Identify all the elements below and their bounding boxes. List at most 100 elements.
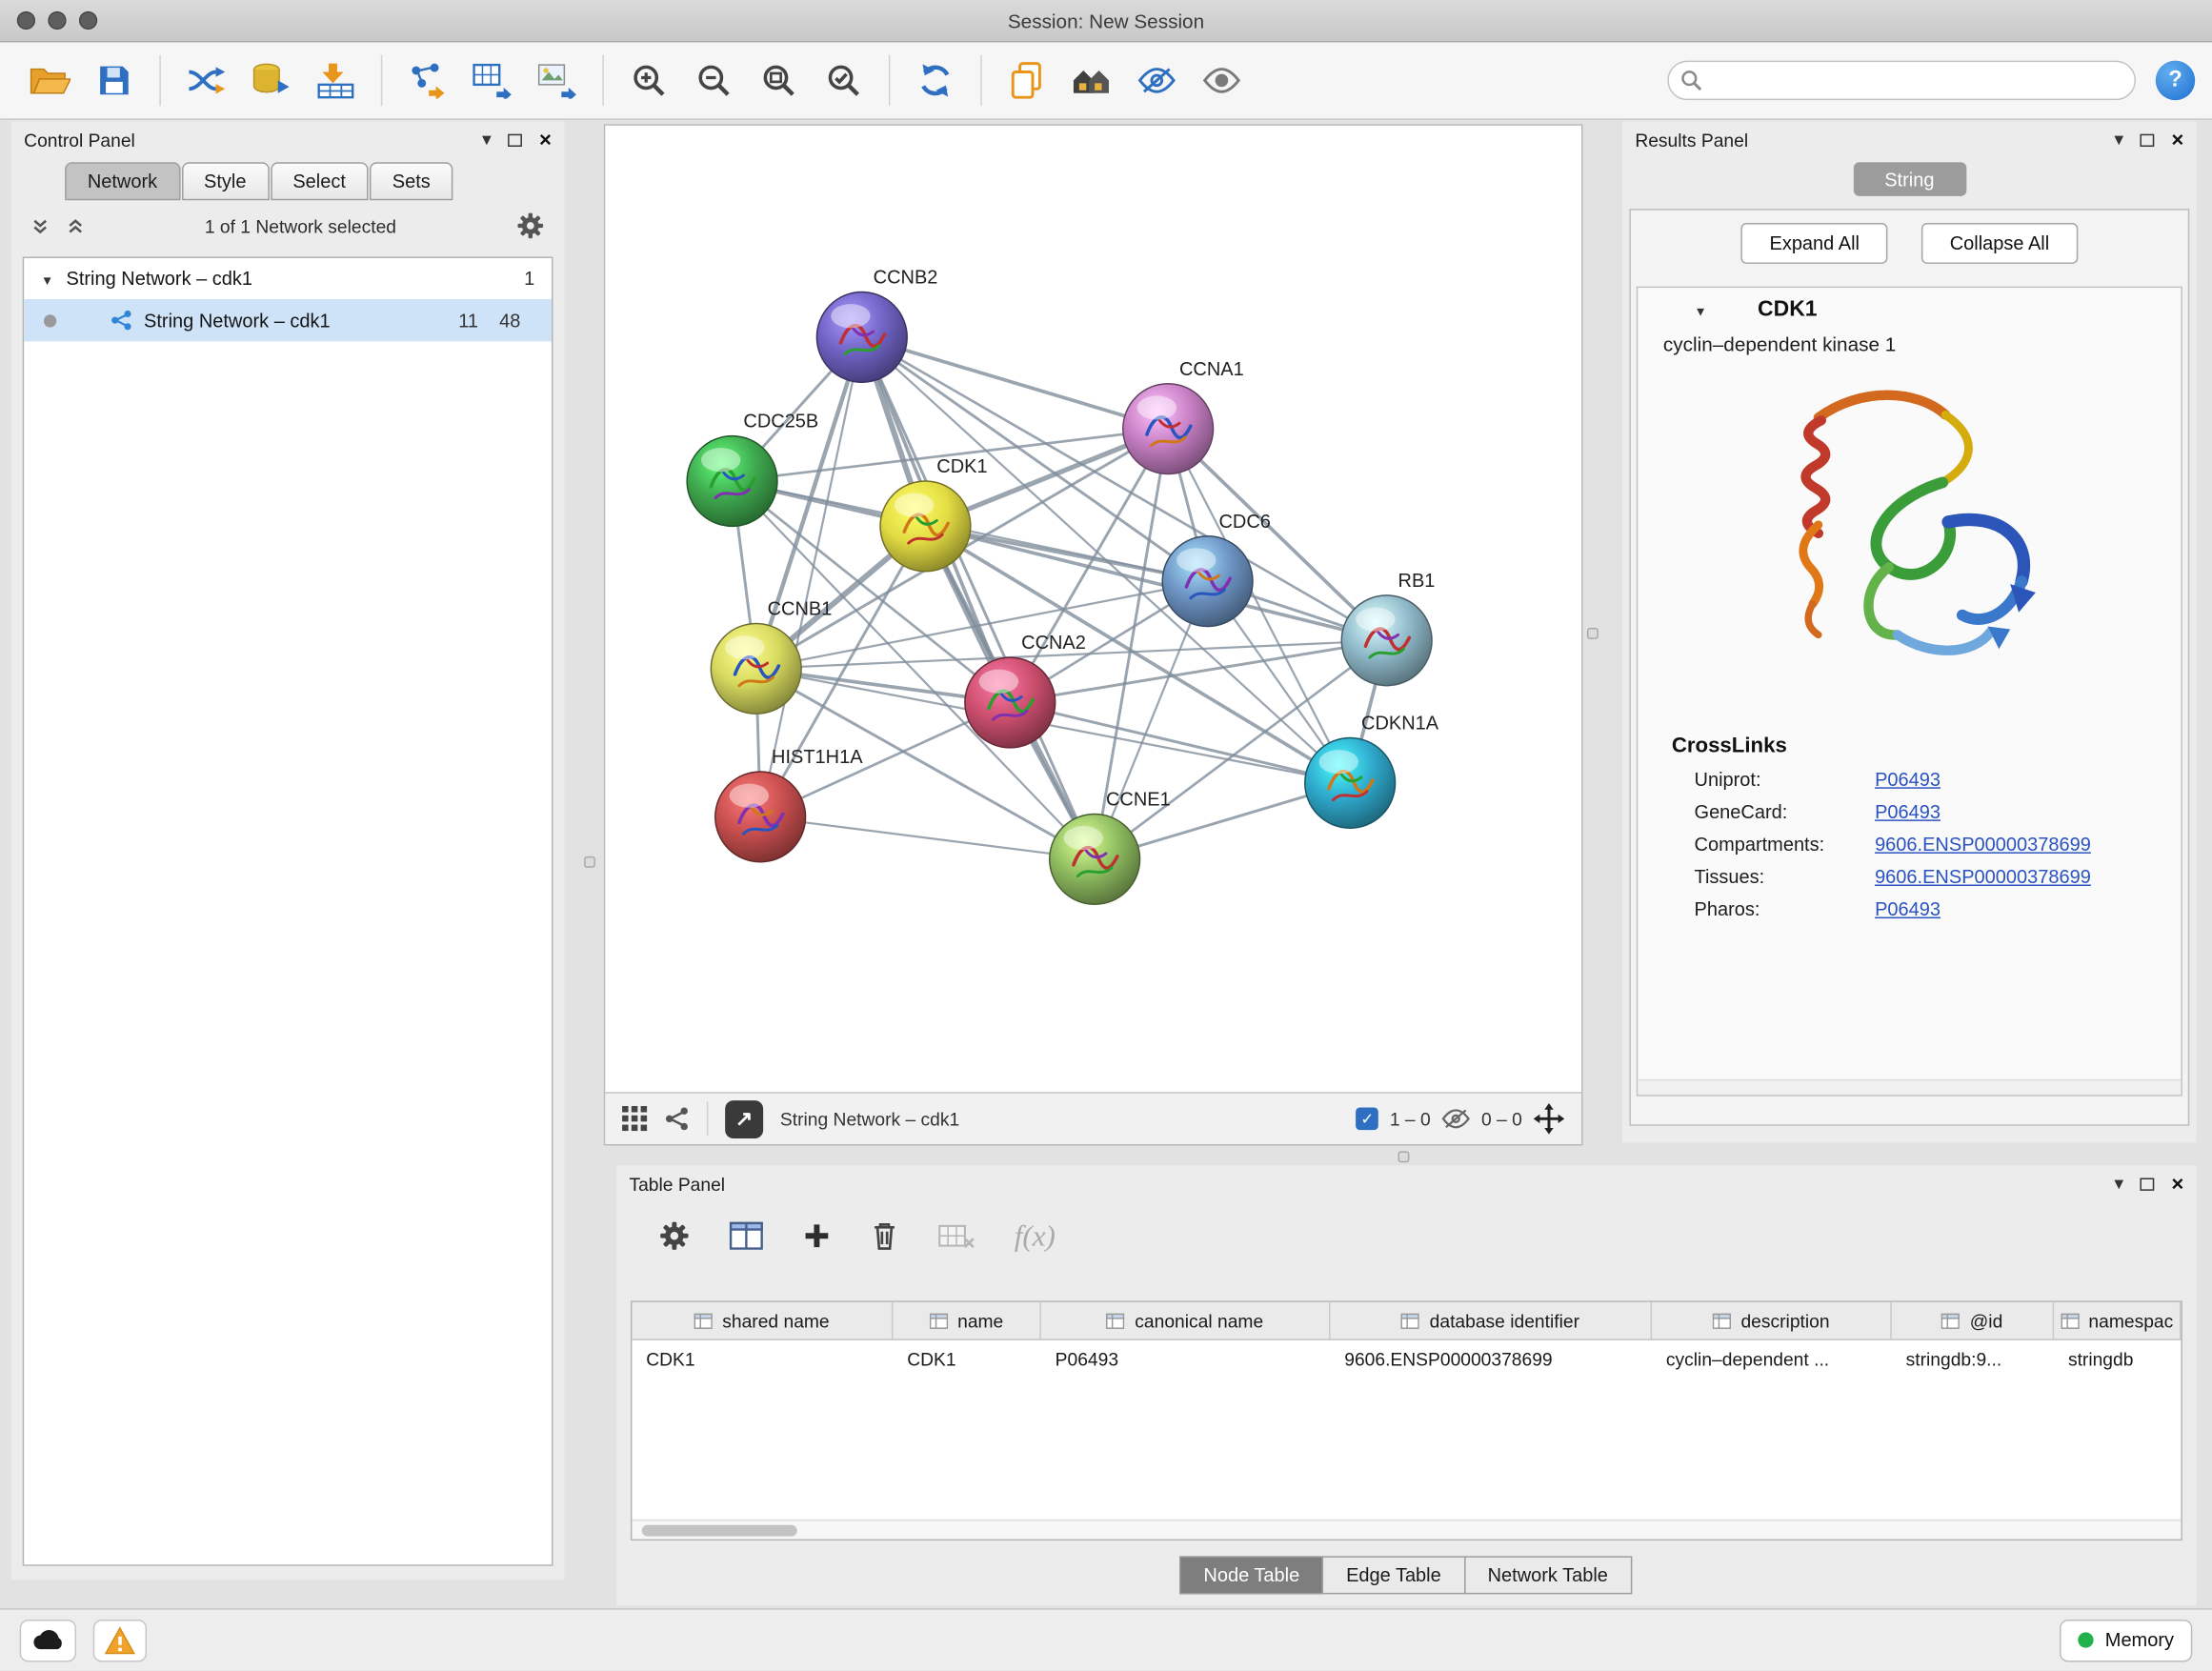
column-header[interactable]: name (893, 1302, 1040, 1339)
table-row[interactable]: CDK1 CDK1 P06493 9606.ENSP00000378699 cy… (632, 1340, 2181, 1379)
import-table-button[interactable] (303, 50, 368, 111)
panel-menu-caret-icon[interactable] (2114, 129, 2123, 151)
float-panel-icon[interactable] (2141, 133, 2155, 146)
cell-description[interactable]: cyclin–dependent ... (1652, 1349, 1892, 1370)
cloud-status-button[interactable] (20, 1619, 76, 1661)
column-header[interactable]: description (1652, 1302, 1892, 1339)
export-network-button[interactable] (395, 50, 460, 111)
home-button[interactable] (1059, 50, 1124, 111)
compartments-link[interactable]: 9606.ENSP00000378699 (1875, 834, 2091, 855)
minimize-window-button[interactable] (48, 11, 66, 30)
title-bar[interactable]: Session: New Session (0, 0, 2212, 42)
show-columns-icon[interactable] (730, 1221, 764, 1250)
network-edge[interactable] (862, 337, 1095, 859)
network-node-ccnb2[interactable] (816, 292, 907, 383)
scrollbar-thumb[interactable] (642, 1525, 797, 1537)
tab-string[interactable]: String (1853, 162, 1965, 196)
table-horizontal-scrollbar[interactable] (632, 1520, 2181, 1540)
splitter-handle[interactable] (584, 856, 595, 868)
collapse-all-tree-icon[interactable] (67, 216, 85, 234)
import-network-database-button[interactable] (238, 50, 303, 111)
splitter-handle[interactable] (1398, 1151, 1410, 1162)
tab-select[interactable]: Select (271, 162, 369, 200)
network-node-cdk1[interactable] (880, 481, 971, 572)
selected-checkbox-icon[interactable] (1356, 1107, 1378, 1130)
column-header[interactable]: canonical name (1041, 1302, 1331, 1339)
collapse-all-button[interactable]: Collapse All (1921, 222, 2078, 263)
apply-layout-button[interactable] (903, 50, 968, 111)
splitter-handle[interactable] (1587, 628, 1599, 639)
float-panel-icon[interactable] (2141, 1178, 2155, 1190)
network-node-cdc25b[interactable] (687, 436, 777, 527)
add-column-plus-icon[interactable] (803, 1221, 832, 1250)
tab-node-table[interactable]: Node Table (1179, 1556, 1323, 1594)
network-node-ccnb1[interactable] (711, 624, 801, 715)
network-row-selected[interactable]: String Network – cdk1 11 48 (24, 299, 552, 341)
network-canvas[interactable]: CCNB2CCNA1CDC25BCDK1CDC6RB1CCNB1CCNA2CDK… (605, 126, 1581, 1092)
close-panel-icon[interactable] (539, 129, 552, 150)
tab-style[interactable]: Style (181, 162, 269, 200)
import-network-file-button[interactable] (173, 50, 238, 111)
tab-sets[interactable]: Sets (370, 162, 452, 200)
float-panel-icon[interactable] (508, 133, 522, 146)
birdseye-grid-icon[interactable] (622, 1106, 648, 1132)
close-panel-icon[interactable] (2171, 1173, 2183, 1194)
uniprot-link[interactable]: P06493 (1875, 769, 1941, 790)
cell-id[interactable]: stringdb:9... (1892, 1349, 2054, 1370)
zoom-fit-button[interactable] (746, 50, 811, 111)
results-horizontal-scrollbar[interactable] (1638, 1079, 2181, 1095)
network-node-ccne1[interactable] (1050, 814, 1140, 904)
collapse-section-caret-icon[interactable] (1695, 297, 1707, 323)
network-edge[interactable] (760, 816, 1095, 858)
maximize-window-button[interactable] (79, 11, 97, 30)
network-node-cdkn1a[interactable] (1305, 737, 1396, 828)
column-header[interactable]: @id (1892, 1302, 2054, 1339)
expand-all-tree-icon[interactable] (31, 216, 50, 234)
network-node-ccna2[interactable] (965, 657, 1056, 748)
cell-namespace[interactable]: stringdb (2054, 1349, 2181, 1370)
open-session-button[interactable] (17, 50, 82, 111)
tab-edge-table[interactable]: Edge Table (1322, 1556, 1465, 1594)
column-header[interactable]: database identifier (1330, 1302, 1652, 1339)
panel-menu-caret-icon[interactable] (482, 129, 492, 151)
pan-crosshair-icon[interactable] (1534, 1103, 1565, 1135)
pharos-link[interactable]: P06493 (1875, 898, 1941, 919)
cell-database-identifier[interactable]: 9606.ENSP00000378699 (1330, 1349, 1652, 1370)
close-panel-icon[interactable] (2171, 129, 2183, 150)
network-options-gear-icon[interactable] (516, 211, 545, 240)
save-session-button[interactable] (82, 50, 147, 111)
network-node-cdc6[interactable] (1162, 536, 1253, 627)
tab-network-table[interactable]: Network Table (1463, 1556, 1632, 1594)
network-edge[interactable] (1010, 702, 1350, 782)
expand-all-button[interactable]: Expand All (1741, 222, 1888, 263)
export-table-button[interactable] (460, 50, 525, 111)
show-all-button[interactable] (1189, 50, 1254, 111)
help-button[interactable] (2156, 61, 2195, 100)
search-input[interactable] (1667, 61, 2136, 100)
network-overview-share-icon[interactable] (664, 1106, 690, 1132)
tree-expand-caret-icon[interactable] (41, 268, 53, 289)
network-view[interactable]: CCNB2CCNA1CDC25BCDK1CDC6RB1CCNB1CCNA2CDK… (604, 124, 1583, 1145)
zoom-selected-button[interactable] (811, 50, 875, 111)
cell-canonical-name[interactable]: P06493 (1041, 1349, 1331, 1370)
column-header[interactable]: shared name (632, 1302, 893, 1339)
tissues-link[interactable]: 9606.ENSP00000378699 (1875, 866, 2091, 887)
zoom-in-button[interactable] (616, 50, 681, 111)
zoom-out-button[interactable] (681, 50, 746, 111)
network-node-rb1[interactable] (1341, 595, 1432, 686)
copy-document-button[interactable] (995, 50, 1059, 111)
close-window-button[interactable] (17, 11, 35, 30)
hide-selected-button[interactable] (1124, 50, 1189, 111)
tab-network[interactable]: Network (65, 162, 180, 200)
warnings-button[interactable] (93, 1619, 147, 1661)
network-edge[interactable] (760, 337, 862, 816)
panel-menu-caret-icon[interactable] (2114, 1173, 2123, 1196)
network-collection-row[interactable]: String Network – cdk1 1 (24, 258, 552, 299)
network-edge[interactable] (862, 337, 1168, 429)
network-node-ccna1[interactable] (1123, 384, 1214, 474)
cell-shared-name[interactable]: CDK1 (632, 1349, 893, 1370)
table-options-gear-icon[interactable] (659, 1220, 691, 1252)
network-node-hist1h1a[interactable] (715, 772, 806, 862)
genecard-link[interactable]: P06493 (1875, 801, 1941, 822)
memory-button[interactable]: Memory (2060, 1619, 2192, 1661)
